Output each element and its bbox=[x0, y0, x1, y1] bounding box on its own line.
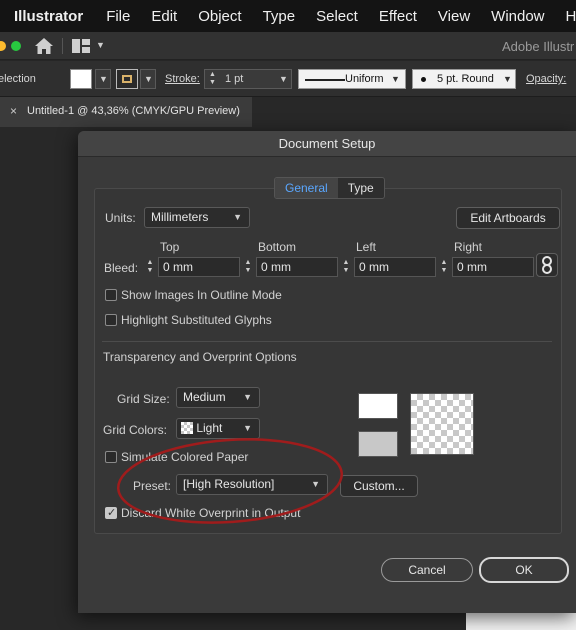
bleed-right-value[interactable]: 0 mm bbox=[452, 257, 534, 277]
bleed-label: Bleed: bbox=[104, 261, 139, 275]
chevron-down-icon: ▼ bbox=[243, 392, 252, 402]
app-bar: ▼ Adobe Illustr bbox=[0, 32, 576, 60]
document-setup-dialog: Document Setup General Type Units: Milli… bbox=[78, 131, 576, 613]
menu-help[interactable]: Help bbox=[566, 8, 576, 25]
bleed-right-field[interactable]: ▲ ▼ 0 mm bbox=[438, 257, 534, 277]
round-brush-icon bbox=[421, 77, 426, 82]
zoom-window-icon[interactable] bbox=[11, 41, 21, 51]
app-title: Adobe Illustr bbox=[502, 39, 575, 54]
brush-definition[interactable]: 5 pt. Round ▼ bbox=[412, 69, 516, 89]
menu-object[interactable]: Object bbox=[198, 8, 241, 25]
show-images-outline-label[interactable]: Show Images In Outline Mode bbox=[121, 288, 282, 302]
grid-size-label: Grid Size: bbox=[117, 392, 170, 406]
bleed-top-label: Top bbox=[160, 240, 180, 254]
stroke-swatch[interactable] bbox=[116, 69, 138, 89]
edit-artboards-button[interactable]: Edit Artboards bbox=[456, 207, 560, 229]
stroke-dropdown[interactable]: ▼ bbox=[140, 69, 156, 89]
ok-button[interactable]: OK bbox=[479, 557, 569, 583]
chain-link-icon bbox=[542, 256, 552, 274]
tab-general[interactable]: General bbox=[275, 178, 338, 198]
bleed-bottom-field[interactable]: ▲ ▼ 0 mm bbox=[242, 257, 338, 277]
stepper-arrows-icon[interactable]: ▲ ▼ bbox=[340, 259, 352, 275]
show-images-outline-checkbox[interactable] bbox=[105, 289, 117, 301]
profile-value: Uniform bbox=[345, 73, 384, 85]
custom-button[interactable]: Custom... bbox=[340, 475, 418, 497]
brush-value: 5 pt. Round bbox=[437, 73, 494, 85]
profile-line-icon bbox=[305, 79, 345, 81]
stepper-arrows-icon[interactable]: ▲ ▼ bbox=[144, 259, 156, 275]
bleed-right-label: Right bbox=[454, 240, 483, 254]
section-divider bbox=[102, 341, 552, 342]
arrange-documents-icon[interactable] bbox=[72, 39, 90, 53]
menu-effect[interactable]: Effect bbox=[379, 8, 417, 25]
units-value: Millimeters bbox=[151, 210, 209, 224]
document-tab-title: Untitled-1 @ 43,36% (CMYK/GPU Preview) bbox=[27, 105, 240, 117]
grid-size-value: Medium bbox=[183, 390, 226, 404]
grid-colors-value: Light bbox=[196, 421, 223, 435]
light-checker-icon bbox=[181, 422, 193, 434]
menu-select[interactable]: Select bbox=[316, 8, 358, 25]
tab-type[interactable]: Type bbox=[338, 178, 384, 198]
grid-size-dropdown[interactable]: Medium ▼ bbox=[176, 387, 260, 408]
dialog-title: Document Setup bbox=[78, 131, 576, 157]
chevron-down-icon[interactable]: ▼ bbox=[96, 40, 105, 50]
minimize-window-icon[interactable] bbox=[0, 41, 6, 51]
units-dropdown[interactable]: Millimeters ▼ bbox=[144, 207, 250, 228]
stepper-arrows-icon[interactable]: ▲ ▼ bbox=[242, 259, 254, 275]
document-tab[interactable]: × Untitled-1 @ 43,36% (CMYK/GPU Preview) bbox=[0, 97, 252, 127]
bleed-left-field[interactable]: ▲ ▼ 0 mm bbox=[340, 257, 436, 277]
grid-color-1-swatch[interactable] bbox=[358, 393, 398, 419]
fill-swatch[interactable] bbox=[70, 69, 92, 89]
close-tab-icon[interactable]: × bbox=[10, 104, 17, 118]
transparency-heading: Transparency and Overprint Options bbox=[103, 350, 297, 364]
menu-view[interactable]: View bbox=[438, 8, 470, 25]
bleed-left-value[interactable]: 0 mm bbox=[354, 257, 436, 277]
menu-edit[interactable]: Edit bbox=[151, 8, 177, 25]
stroke-weight-field[interactable]: ▲ ▼ 1 pt ▼ bbox=[204, 69, 292, 89]
selection-label: election bbox=[0, 73, 36, 85]
highlight-glyphs-checkbox[interactable] bbox=[105, 314, 117, 326]
variable-width-profile[interactable]: Uniform ▼ bbox=[298, 69, 406, 89]
menu-app-name[interactable]: Illustrator bbox=[14, 8, 83, 25]
units-label: Units: bbox=[105, 211, 136, 225]
dialog-tabs: General Type bbox=[274, 177, 385, 199]
bleed-left-label: Left bbox=[356, 240, 377, 254]
menu-file[interactable]: File bbox=[106, 8, 130, 25]
stroke-swatch-icon bbox=[122, 75, 132, 83]
appbar-divider bbox=[62, 38, 63, 54]
fill-dropdown[interactable]: ▼ bbox=[95, 69, 111, 89]
menu-bar: Illustrator File Edit Object Type Select… bbox=[0, 0, 576, 32]
bleed-top-value[interactable]: 0 mm bbox=[158, 257, 240, 277]
annotation-circle bbox=[116, 438, 344, 524]
bleed-top-field[interactable]: ▲ ▼ 0 mm bbox=[144, 257, 240, 277]
chevron-down-icon: ▼ bbox=[233, 212, 242, 222]
stroke-weight-value: 1 pt bbox=[225, 73, 244, 85]
opacity-label[interactable]: Opacity: bbox=[526, 73, 566, 85]
menu-window[interactable]: Window bbox=[491, 8, 544, 25]
link-bleed-button[interactable] bbox=[536, 253, 558, 277]
transparency-grid-preview bbox=[410, 393, 474, 455]
menu-type[interactable]: Type bbox=[263, 8, 296, 25]
artboard bbox=[466, 610, 576, 630]
stroke-label[interactable]: Stroke: bbox=[165, 73, 200, 85]
document-tab-bar: × Untitled-1 @ 43,36% (CMYK/GPU Preview) bbox=[0, 97, 576, 127]
grid-color-2-swatch[interactable] bbox=[358, 431, 398, 457]
stepper-arrows-icon[interactable]: ▲ ▼ bbox=[438, 259, 450, 275]
highlight-glyphs-label[interactable]: Highlight Substituted Glyphs bbox=[121, 313, 272, 327]
control-bar: election ▼ ▼ Stroke: ▲ ▼ 1 pt ▼ Uniform … bbox=[0, 61, 576, 97]
cancel-button[interactable]: Cancel bbox=[381, 558, 473, 582]
bleed-bottom-label: Bottom bbox=[258, 240, 297, 254]
home-icon[interactable] bbox=[34, 37, 54, 55]
bleed-bottom-value[interactable]: 0 mm bbox=[256, 257, 338, 277]
